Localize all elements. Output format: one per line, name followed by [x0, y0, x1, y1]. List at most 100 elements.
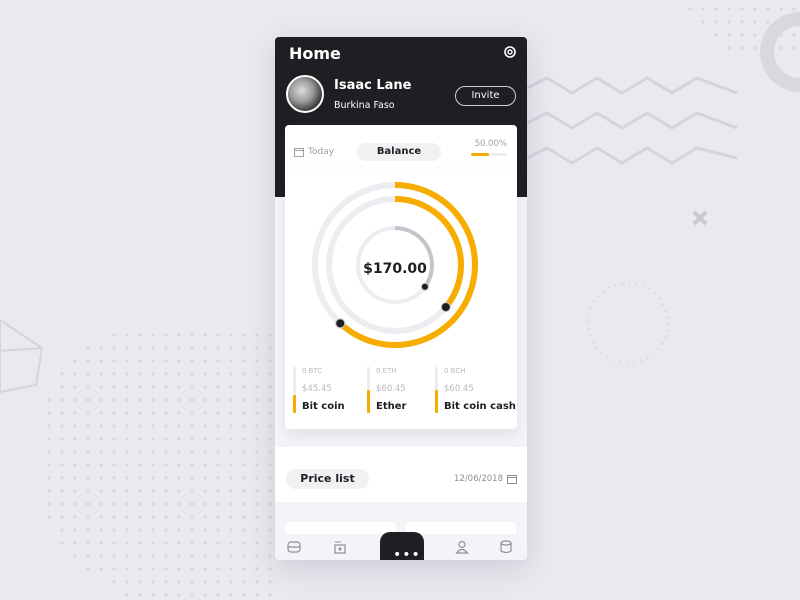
coin-bar [367, 367, 370, 413]
bg-dot [164, 424, 168, 428]
wallet-icon[interactable] [287, 540, 301, 554]
bg-dot [86, 450, 90, 454]
coin-amount: 0 BCH [444, 367, 466, 375]
bg-dot [60, 450, 64, 454]
profile-icon[interactable] [455, 540, 469, 554]
more-button[interactable]: ••• [380, 532, 424, 560]
bg-dot [73, 554, 77, 558]
bg-dot [151, 398, 155, 402]
bg-dot [73, 411, 77, 415]
bg-dot [727, 20, 731, 24]
ring-knob[interactable] [440, 302, 451, 313]
bg-dot [177, 450, 181, 454]
gear-icon[interactable] [503, 45, 517, 59]
bg-dot [753, 20, 757, 24]
bg-dot [112, 528, 116, 532]
bg-dot [177, 372, 181, 376]
bg-dot [216, 541, 220, 545]
bg-dot [164, 372, 168, 376]
bg-dot [766, 46, 770, 50]
coin-name: Bit coin [302, 401, 345, 412]
bg-dot [242, 580, 246, 584]
bg-dot [112, 385, 116, 389]
bg-dot [177, 463, 181, 467]
bg-dot [177, 502, 181, 506]
tab-today[interactable]: Today [294, 147, 334, 157]
bg-dot [203, 346, 207, 350]
bg-dot [766, 20, 770, 24]
bg-dot [255, 424, 259, 428]
cards-icon[interactable] [333, 540, 347, 554]
bg-dot [112, 333, 116, 337]
bg-dot [203, 359, 207, 363]
bg-dot [60, 424, 64, 428]
bg-dot [164, 346, 168, 350]
coin-item[interactable]: 0 BTC $45.45 Bit coin [293, 367, 363, 415]
ring-knob[interactable] [420, 282, 429, 291]
bg-dot [112, 541, 116, 545]
bg-dot [73, 424, 77, 428]
coin-usd: $45.45 [302, 384, 332, 394]
bg-dot [47, 411, 51, 415]
bg-dot [203, 541, 207, 545]
tab-balance[interactable]: Balance [357, 143, 441, 161]
bg-dot [125, 541, 129, 545]
bg-dot [190, 424, 194, 428]
bg-dot [86, 424, 90, 428]
bg-dot [216, 359, 220, 363]
calendar-icon [507, 475, 517, 484]
bg-dot [99, 541, 103, 545]
bg-dot [86, 554, 90, 558]
bg-dot [138, 515, 142, 519]
bg-dot [242, 515, 246, 519]
bg-dot [255, 450, 259, 454]
bg-dot [203, 372, 207, 376]
bg-dot [727, 33, 731, 37]
bg-dot [177, 541, 181, 545]
ring-knob[interactable] [335, 318, 346, 329]
bg-dot [255, 463, 259, 467]
bg-dot [190, 489, 194, 493]
bg-dot [190, 411, 194, 415]
bg-dot [164, 593, 168, 597]
bg-dot [190, 541, 194, 545]
bg-dot [740, 7, 744, 11]
bg-dot [151, 463, 155, 467]
bg-dot [216, 372, 220, 376]
bg-dot [177, 333, 181, 337]
bg-dot [242, 528, 246, 532]
bg-dot [242, 502, 246, 506]
coin-item[interactable]: 0 BCH $60.45 Bit coin cash [435, 367, 516, 415]
bg-dot [255, 437, 259, 441]
bg-dot [112, 424, 116, 428]
bg-dot [60, 515, 64, 519]
bg-dot [268, 476, 272, 480]
bg-dot [125, 346, 129, 350]
bg-dot [112, 463, 116, 467]
bg-dot [164, 463, 168, 467]
database-icon[interactable] [500, 540, 514, 554]
bg-dot [99, 450, 103, 454]
bg-dot [99, 424, 103, 428]
bg-dot [242, 333, 246, 337]
bg-dot [112, 398, 116, 402]
bg-dot [125, 450, 129, 454]
bg-dot [701, 7, 705, 11]
invite-button[interactable]: Invite [455, 86, 516, 106]
bg-dot [112, 476, 116, 480]
bg-dot [60, 528, 64, 532]
bg-dot [60, 502, 64, 506]
bg-dot [255, 502, 259, 506]
bg-dot [255, 411, 259, 415]
bg-dot [99, 359, 103, 363]
bg-dot [125, 385, 129, 389]
coin-item[interactable]: 0 ETH $60.45 Ether [367, 367, 427, 415]
bg-dot [255, 515, 259, 519]
bg-dot [164, 567, 168, 571]
price-list-tab[interactable]: Price list [286, 469, 369, 489]
bg-dot [73, 489, 77, 493]
avatar[interactable] [286, 75, 324, 113]
price-date[interactable]: 12/06/2018 [454, 474, 517, 484]
bg-dot [203, 411, 207, 415]
bg-dot [203, 424, 207, 428]
